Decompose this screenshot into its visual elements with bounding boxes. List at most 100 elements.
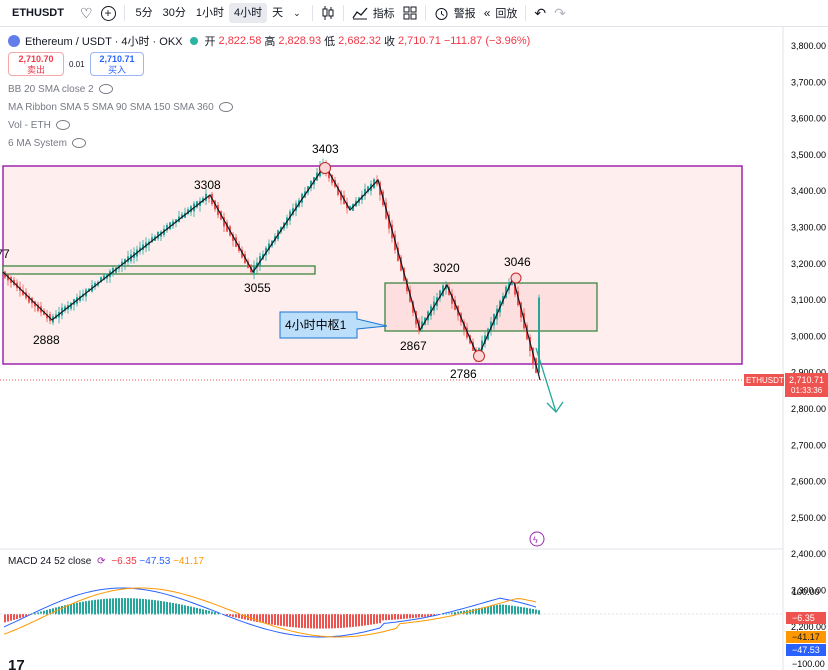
macd-hist-bar <box>142 598 144 615</box>
price-chart[interactable]: 3403 3308 3055 3077 2888 3020 3046 2867 … <box>0 0 828 670</box>
macd-hist-bar <box>145 599 147 615</box>
macd-hist-bar <box>361 614 363 626</box>
label-3055: 3055 <box>244 281 271 295</box>
high-value: 2,828.93 <box>278 35 322 47</box>
chart-title[interactable]: Ethereum / USDT · 4小时 · OKX <box>25 33 183 49</box>
left-consolidation-box[interactable] <box>2 265 316 275</box>
macd-hist-tag-text: −6.35 <box>792 613 815 623</box>
refresh-icon[interactable]: ⟳ <box>97 556 105 567</box>
low-value: 2,682.32 <box>338 35 381 47</box>
macd-hist-bar <box>367 614 369 626</box>
macd-hist-bar <box>484 607 486 615</box>
macd-hist-bar <box>250 614 252 621</box>
macd-hist-bar <box>61 605 63 615</box>
eye-slash-icon[interactable] <box>55 120 70 131</box>
macd-hist-bar <box>313 614 315 629</box>
macd-hist-bar <box>331 614 333 629</box>
price-axis[interactable]: 3,800.00 3,700.00 3,600.00 3,500.00 3,400.00… <box>791 41 826 632</box>
macd-hist-bar <box>169 602 171 615</box>
high-marker-3403[interactable] <box>319 162 331 174</box>
macd-hist-bar <box>70 603 72 615</box>
macd-hist-bar <box>238 614 240 619</box>
macd-hist-bar <box>397 614 399 620</box>
macd-hist-bar <box>79 602 81 615</box>
macd-hist-bar <box>370 614 372 625</box>
macd-axis-neg100: −100.00 <box>792 659 825 669</box>
macd-hist-bar <box>292 614 294 628</box>
macd-hist-bar <box>517 606 519 615</box>
macd-hist-bar <box>385 614 387 621</box>
label-3077: 3077 <box>0 247 10 261</box>
macd-hist-bar <box>523 607 525 615</box>
macd-hist-bar <box>253 614 255 622</box>
macd-hist-bar <box>268 614 270 625</box>
macd-hist-bar <box>526 607 528 615</box>
macd-hist-bar <box>409 614 411 619</box>
macd-signal-tag-text: −41.17 <box>792 632 820 642</box>
macd-hist-bar <box>325 614 327 629</box>
macd-hist-bar <box>16 614 18 619</box>
eye-slash-icon[interactable] <box>71 138 86 149</box>
indicator-bb[interactable]: BB 20 SMA close 2 <box>8 84 113 95</box>
sell-button[interactable]: 2,710.70 卖出 <box>8 52 64 76</box>
macd-hist-bar <box>343 614 345 628</box>
eye-slash-icon[interactable] <box>98 84 113 95</box>
macd-hist-bar <box>94 599 96 615</box>
macd-hist-bar <box>379 614 381 624</box>
macd-hist-bar <box>322 614 324 629</box>
indicator-vol[interactable]: Vol - ETH <box>8 120 70 131</box>
macd-hist-bar <box>82 601 84 615</box>
macd-hist-bar <box>346 614 348 628</box>
close-value: 2,710.71 <box>398 35 441 47</box>
label-2888: 2888 <box>33 333 60 347</box>
macd-pane <box>3 587 540 638</box>
macd-label: MACD 24 52 close <box>8 556 92 567</box>
macd-legend[interactable]: MACD 24 52 close ⟳ −6.35 −47.53 −41.17 <box>8 556 204 567</box>
range-zone[interactable] <box>2 165 743 365</box>
indicator-ma-ribbon[interactable]: MA Ribbon SMA 5 SMA 90 SMA 150 SMA 360 <box>8 102 233 113</box>
indicator-6ma[interactable]: 6 MA System <box>8 138 86 149</box>
macd-hist-bar <box>337 614 339 629</box>
macd-hist-bar <box>505 604 507 615</box>
macd-hist-bar <box>178 604 180 615</box>
macd-hist-bar <box>373 614 375 625</box>
ethereum-logo-icon <box>8 35 20 47</box>
macd-hist-bar <box>415 614 417 618</box>
macd-hist-bar <box>124 598 126 615</box>
macd-hist-bar <box>388 614 390 620</box>
macd-hist-bar <box>181 604 183 615</box>
macd-hist-bar <box>400 614 402 620</box>
macd-hist-bar <box>214 612 216 615</box>
close-label: 收 <box>384 36 395 48</box>
eye-slash-icon[interactable] <box>218 102 233 113</box>
macd-hist-bar <box>289 614 291 627</box>
market-status-icon[interactable] <box>189 37 198 45</box>
macd-hist-bar <box>127 598 129 615</box>
tradingview-logo[interactable]: 17 <box>8 657 25 670</box>
macd-hist-bar <box>10 614 12 621</box>
macd-hist-bar <box>13 614 15 620</box>
callout-label: 4小时中枢1 <box>285 317 347 332</box>
macd-hist-bar <box>349 614 351 628</box>
macd-hist-bar <box>187 605 189 615</box>
current-price-value: 2,710.71 <box>789 375 824 385</box>
macd-hist-bar <box>418 614 420 618</box>
macd-hist-bar <box>406 614 408 619</box>
macd-hist-bar <box>163 601 165 615</box>
macd-hist-bar <box>286 614 288 627</box>
buy-button[interactable]: 2,710.71 买入 <box>90 52 144 76</box>
high-label: 高 <box>264 36 276 48</box>
macd-hist-bar <box>46 609 48 615</box>
macd-hist-bar <box>106 598 108 615</box>
price-axis-label: 2,800.00 <box>791 404 826 414</box>
high-marker-3046[interactable] <box>510 272 522 284</box>
macd-hist-bar <box>382 614 384 621</box>
macd-hist-bar <box>502 604 504 615</box>
price-axis-label: 3,500.00 <box>791 150 826 160</box>
macd-hist-bar <box>412 614 414 619</box>
macd-hist-bar <box>202 609 204 615</box>
macd-hist-bar <box>496 605 498 615</box>
macd-hist-bar <box>184 605 186 615</box>
macd-hist-bar <box>85 601 87 615</box>
low-marker-2786[interactable] <box>473 350 485 362</box>
